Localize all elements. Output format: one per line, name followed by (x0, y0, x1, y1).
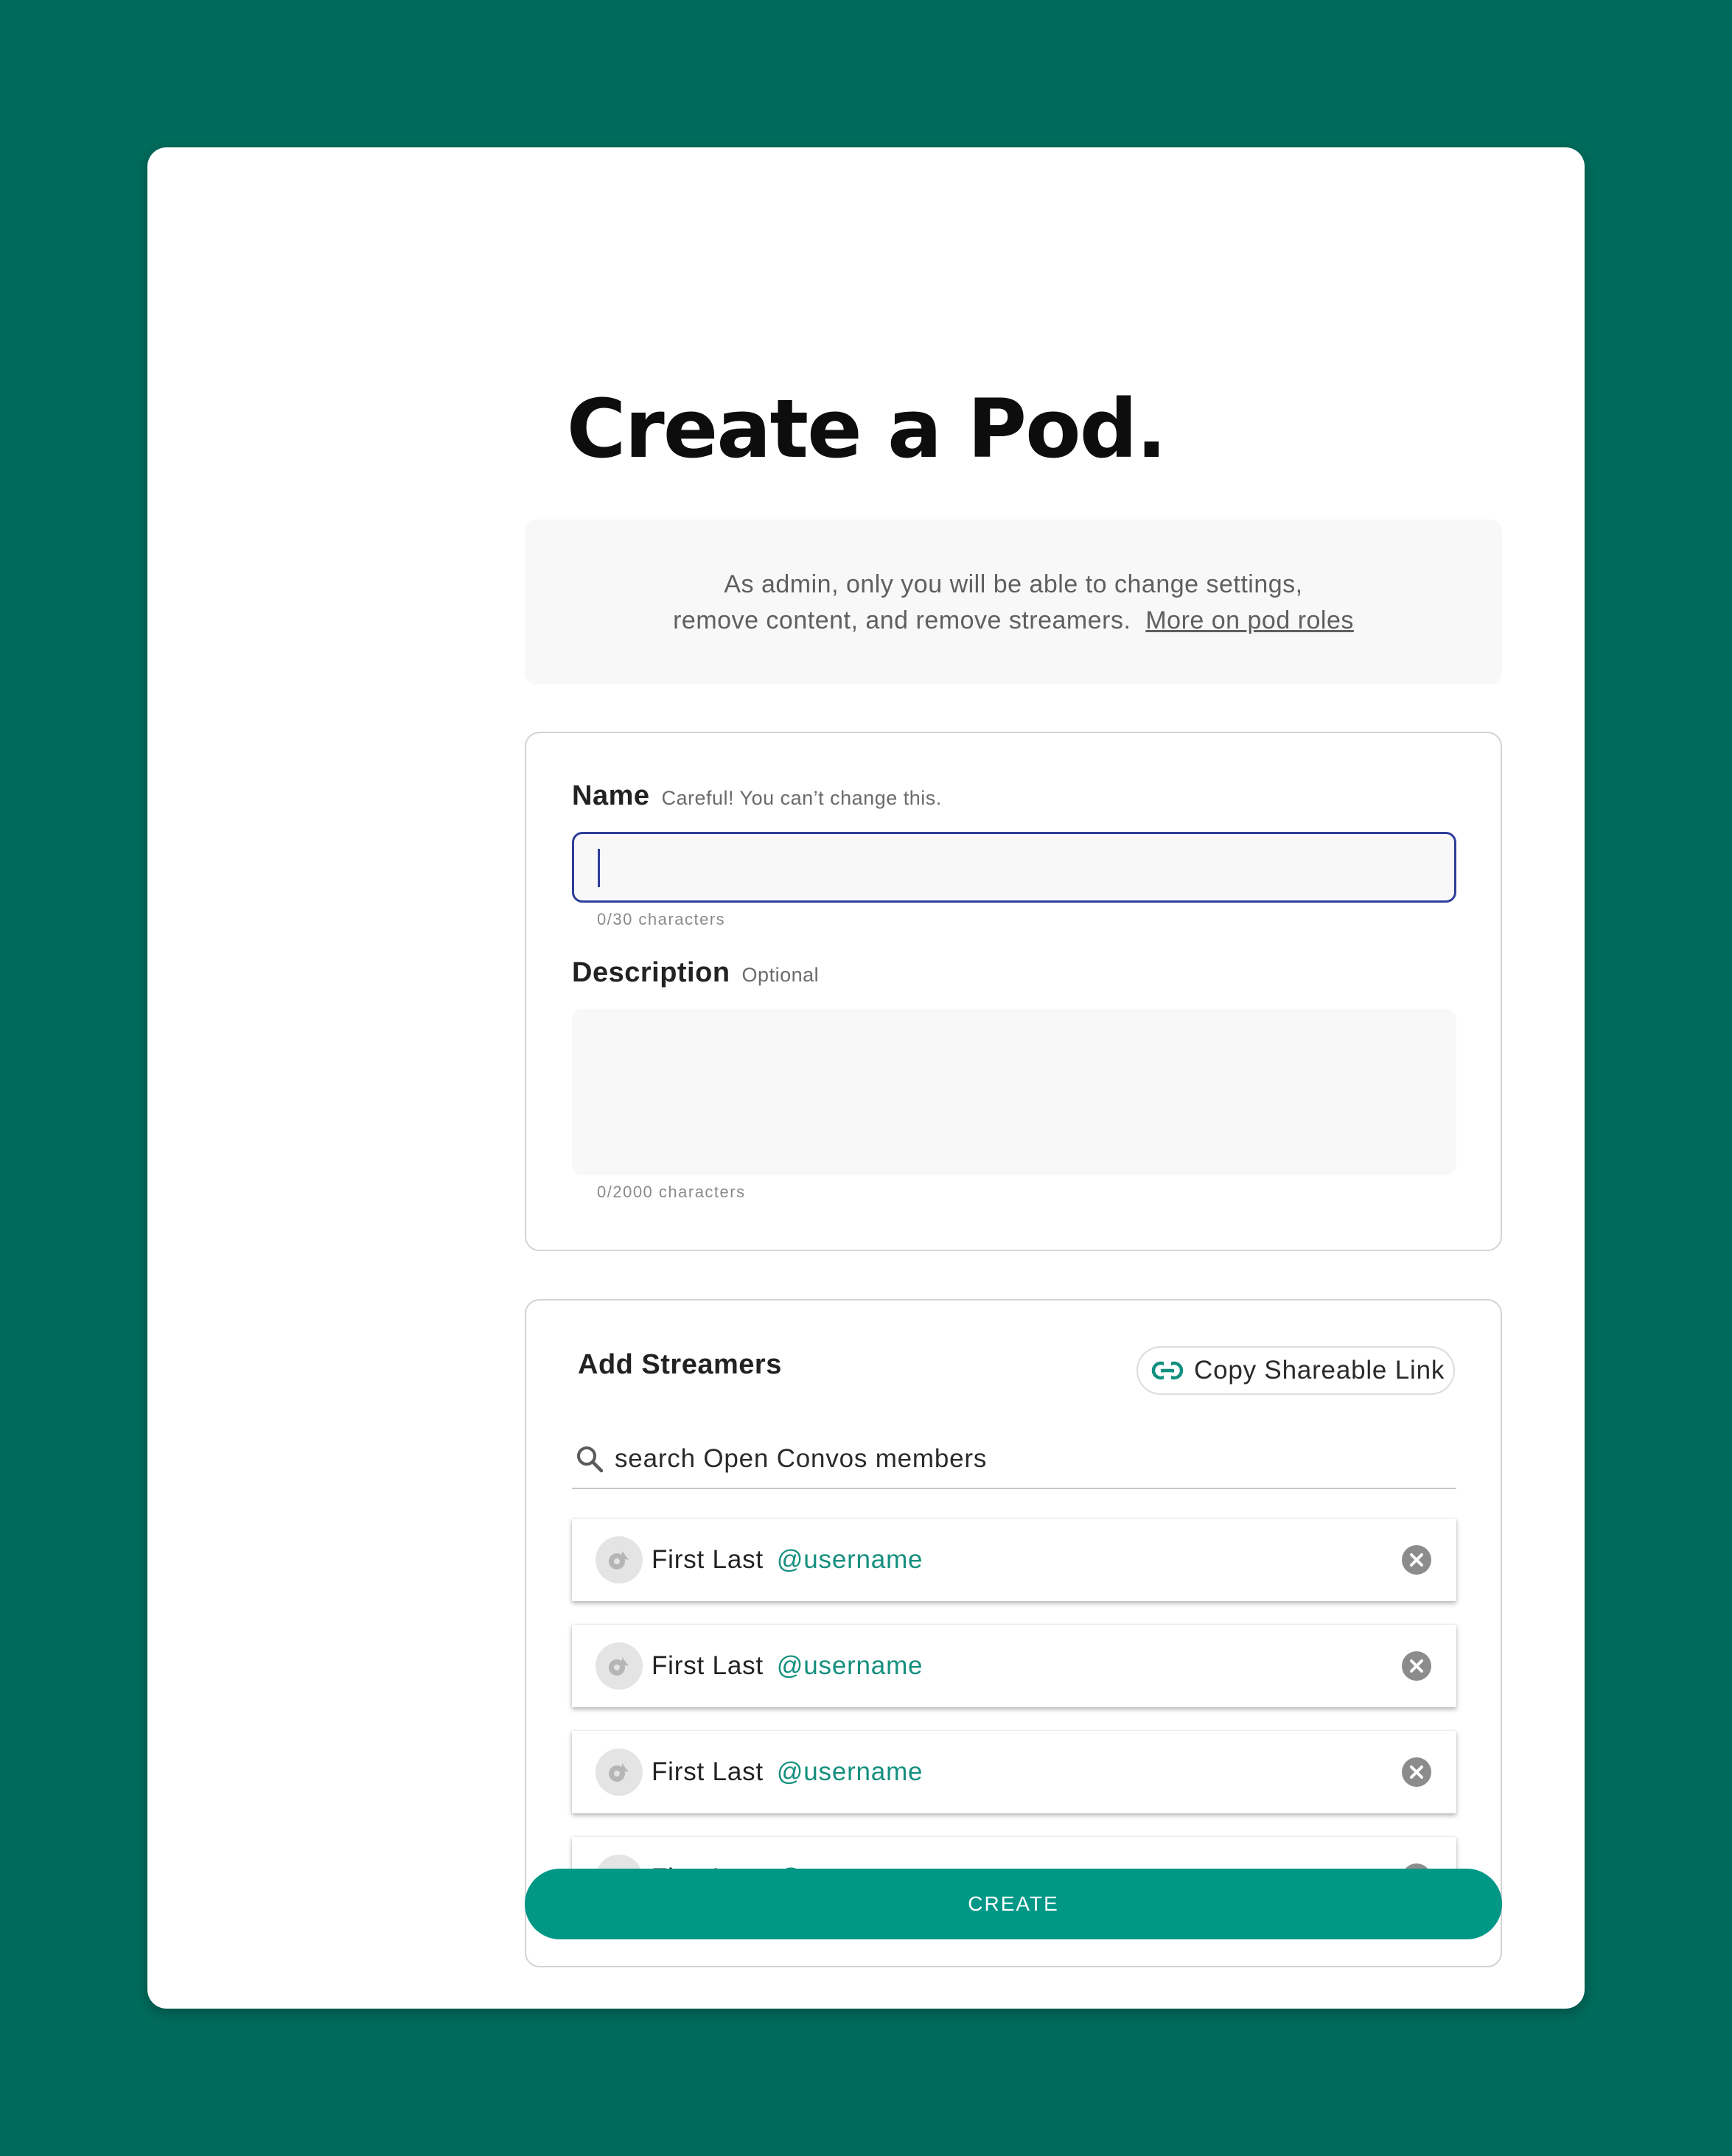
streamer-list-item: First Last @username (572, 1731, 1456, 1813)
avatar-placeholder-icon (609, 1551, 629, 1569)
avatar (596, 1749, 643, 1796)
avatar-placeholder-icon (609, 1763, 629, 1782)
name-field-label: Name Careful! You can’t change this. (572, 780, 942, 812)
description-label-text: Description (572, 957, 730, 988)
avatar (596, 1536, 643, 1583)
pod-details-panel: Name Careful! You can’t change this. 0/30… (525, 732, 1502, 1251)
remove-streamer-button[interactable] (1402, 1651, 1431, 1681)
remove-streamer-button[interactable] (1402, 1757, 1431, 1787)
streamer-username: @username (776, 1757, 923, 1786)
text-caret (598, 849, 600, 887)
info-text-line-1: As admin, only you will be able to chang… (724, 570, 1303, 598)
copy-link-label: Copy Shareable Link (1194, 1356, 1445, 1385)
name-input[interactable] (572, 832, 1456, 903)
name-label-text: Name (572, 780, 650, 811)
member-search-bar (572, 1430, 1456, 1489)
page-title: Create a Pod. (566, 382, 1167, 476)
search-icon (577, 1446, 604, 1473)
avatar-placeholder-icon (609, 1657, 629, 1676)
add-streamers-title: Add Streamers (578, 1349, 782, 1380)
info-text-line-2: remove content, and remove streamers. Mo… (525, 603, 1502, 639)
create-pod-card: Create a Pod. As admin, only you will be… (147, 147, 1585, 2009)
admin-info-box: As admin, only you will be able to chang… (525, 519, 1502, 685)
streamer-username: @username (776, 1545, 923, 1574)
name-char-counter: 0/30 characters (597, 910, 726, 928)
add-streamers-panel: Add Streamers Copy Shareable Link search… (525, 1299, 1502, 1967)
info-text-line-2-text: remove content, and remove streamers. (673, 606, 1131, 634)
avatar (596, 1642, 643, 1690)
member-search-input[interactable] (615, 1437, 1425, 1481)
streamer-name: First Last (652, 1545, 764, 1574)
streamer-list-item: First Last @username (572, 1519, 1456, 1601)
link-icon (1151, 1359, 1184, 1382)
create-button[interactable]: CREATE (525, 1869, 1502, 1939)
description-field-hint: Optional (741, 964, 820, 986)
streamer-list-item: First Last @username (572, 1625, 1456, 1707)
description-textarea[interactable] (572, 1009, 1456, 1175)
streamer-name: First Last (652, 1651, 764, 1680)
description-field-label: Description Optional (572, 957, 819, 989)
remove-streamer-button[interactable] (1402, 1545, 1431, 1575)
streamer-name: First Last (652, 1757, 764, 1786)
name-field-hint: Careful! You can’t change this. (661, 787, 942, 809)
streamer-username: @username (776, 1651, 923, 1680)
pod-roles-link[interactable]: More on pod roles (1145, 606, 1354, 634)
description-char-counter: 0/2000 characters (597, 1183, 746, 1201)
copy-shareable-link-button[interactable]: Copy Shareable Link (1136, 1346, 1455, 1395)
